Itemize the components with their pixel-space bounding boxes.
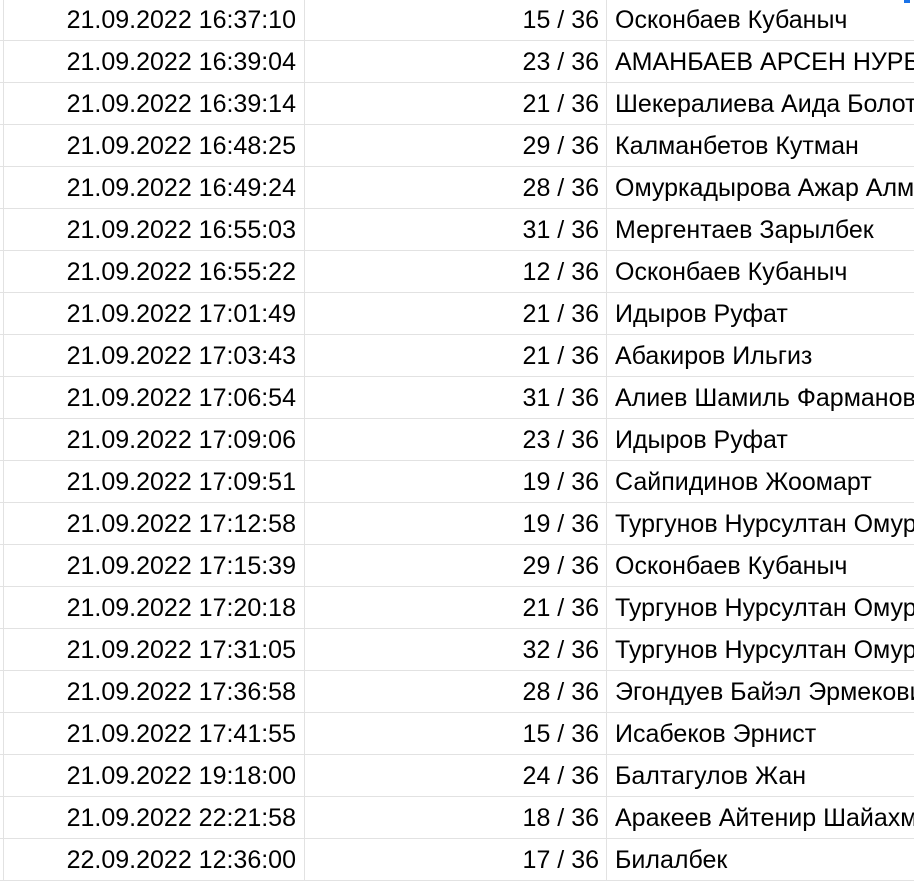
cell-timestamp[interactable]: 21.09.2022 16:39:14 [4,83,305,125]
table-row: 21.09.2022 16:39:14 21 / 36 Шекералиева Аи… [0,83,914,125]
cell-timestamp[interactable]: 21.09.2022 17:01:49 [4,293,305,335]
cell-score[interactable]: 29 / 36 [305,125,607,167]
cell-name[interactable]: Билалбек [607,839,914,881]
table-row: 21.09.2022 17:36:58 28 / 36 Эгондуев Байэл… [0,671,914,713]
cell-name[interactable]: Алиев Шамиль Фарманович [607,377,914,419]
cell-name[interactable]: Осконбаев Кубаныч [607,0,914,41]
cell-timestamp[interactable]: 21.09.2022 16:48:25 [4,125,305,167]
table-row: 21.09.2022 16:49:24 28 / 36 Омуркадырова А… [0,167,914,209]
cell-score[interactable]: 32 / 36 [305,629,607,671]
cell-name[interactable]: Калманбетов Кутман [607,125,914,167]
cell-name[interactable]: Абакиров Ильгиз [607,335,914,377]
cell-name[interactable]: Шекералиева Аида Болотбековна [607,83,914,125]
cell-timestamp[interactable]: 21.09.2022 16:39:04 [4,41,305,83]
cell-timestamp[interactable]: 21.09.2022 17:12:58 [4,503,305,545]
cell-name[interactable]: Мергентаев Зарылбек [607,209,914,251]
cell-name[interactable]: Исабеков Эрнист [607,713,914,755]
cell-name[interactable]: Сайпидинов Жоомарт [607,461,914,503]
table-row: 21.09.2022 16:37:10 15 / 36 Осконбаев Куба… [0,0,914,41]
cell-name[interactable]: Осконбаев Кубаныч [607,251,914,293]
cell-score[interactable]: 18 / 36 [305,797,607,839]
cell-name[interactable]: Осконбаев Кубаныч [607,545,914,587]
table-row: 21.09.2022 17:06:54 31 / 36 Алиев Шамиль Ф… [0,377,914,419]
cell-score[interactable]: 28 / 36 [305,671,607,713]
cell-timestamp[interactable]: 21.09.2022 22:21:58 [4,797,305,839]
cell-score[interactable]: 15 / 36 [305,713,607,755]
cell-name[interactable]: Тургунов Нурсултан Омурбекович [607,587,914,629]
table-row: 21.09.2022 17:15:39 29 / 36 Осконбаев Куба… [0,545,914,587]
table-row: 21.09.2022 19:18:00 24 / 36 Балтагулов Жан [0,755,914,797]
table-row: 21.09.2022 17:41:55 15 / 36 Исабеков Эрнис… [0,713,914,755]
cell-name[interactable]: Идыров Руфат [607,293,914,335]
cell-timestamp[interactable]: 21.09.2022 17:41:55 [4,713,305,755]
cell-score[interactable]: 19 / 36 [305,461,607,503]
cell-name[interactable]: Тургунов Нурсултан Омурбекович [607,629,914,671]
table-row: 21.09.2022 16:48:25 29 / 36 Калманбетов Ку… [0,125,914,167]
cell-timestamp[interactable]: 21.09.2022 17:15:39 [4,545,305,587]
selection-fill-handle[interactable] [903,0,911,4]
cell-score[interactable]: 31 / 36 [305,209,607,251]
cell-score[interactable]: 29 / 36 [305,545,607,587]
cell-timestamp[interactable]: 21.09.2022 17:36:58 [4,671,305,713]
cell-name[interactable]: Балтагулов Жан [607,755,914,797]
cell-score[interactable]: 31 / 36 [305,377,607,419]
table-row: 21.09.2022 17:20:18 21 / 36 Тургунов Нурсу… [0,587,914,629]
cell-name[interactable]: АМАНБАЕВ АРСЕН НУРБЕКОВИЧ [607,41,914,83]
table-row: 21.09.2022 17:01:49 21 / 36 Идыров Руфат [0,293,914,335]
table-row: 22.09.2022 12:36:00 17 / 36 Билалбек [0,839,914,881]
cell-timestamp[interactable]: 21.09.2022 19:18:00 [4,755,305,797]
cell-timestamp[interactable]: 21.09.2022 16:55:03 [4,209,305,251]
table-row: 21.09.2022 17:09:06 23 / 36 Идыров Руфат [0,419,914,461]
cell-score[interactable]: 21 / 36 [305,83,607,125]
table-row: 21.09.2022 22:21:58 18 / 36 Аракеев Айтени… [0,797,914,839]
cell-score[interactable]: 19 / 36 [305,503,607,545]
cell-score[interactable]: 21 / 36 [305,335,607,377]
cell-score[interactable]: 12 / 36 [305,251,607,293]
table-row: 21.09.2022 16:55:22 12 / 36 Осконбаев Куба… [0,251,914,293]
cell-timestamp[interactable]: 21.09.2022 17:31:05 [4,629,305,671]
table-row: 21.09.2022 17:09:51 19 / 36 Сайпидинов Жоо… [0,461,914,503]
cell-timestamp[interactable]: 21.09.2022 16:49:24 [4,167,305,209]
cell-timestamp[interactable]: 21.09.2022 17:06:54 [4,377,305,419]
cell-score[interactable]: 28 / 36 [305,167,607,209]
table-row: 21.09.2022 17:12:58 19 / 36 Тургунов Нурсу… [0,503,914,545]
cell-timestamp[interactable]: 21.09.2022 16:55:22 [4,251,305,293]
cell-name[interactable]: Идыров Руфат [607,419,914,461]
cell-name[interactable]: Тургунов Нурсултан Омурбекович [607,503,914,545]
cell-name[interactable]: Аракеев Айтенир Шайахметович [607,797,914,839]
table-row: 21.09.2022 16:39:04 23 / 36 АМАНБАЕВ АРСЕН… [0,41,914,83]
cell-timestamp[interactable]: 21.09.2022 17:20:18 [4,587,305,629]
cell-score[interactable]: 23 / 36 [305,419,607,461]
spreadsheet-grid[interactable]: 21.09.2022 16:37:10 15 / 36 Осконбаев Куба… [0,0,914,881]
cell-name[interactable]: Омуркадырова Ажар Алмазбековна [607,167,914,209]
cell-timestamp[interactable]: 22.09.2022 12:36:00 [4,839,305,881]
table-row: 21.09.2022 16:55:03 31 / 36 Мергентаев Зар… [0,209,914,251]
table-row: 21.09.2022 17:03:43 21 / 36 Абакиров Ильги… [0,335,914,377]
cell-name[interactable]: Эгондуев Байэл Эрмекович [607,671,914,713]
cell-timestamp[interactable]: 21.09.2022 16:37:10 [4,0,305,41]
cell-score[interactable]: 23 / 36 [305,41,607,83]
cell-score[interactable]: 21 / 36 [305,587,607,629]
cell-timestamp[interactable]: 21.09.2022 17:03:43 [4,335,305,377]
cell-timestamp[interactable]: 21.09.2022 17:09:51 [4,461,305,503]
cell-score[interactable]: 15 / 36 [305,0,607,41]
cell-timestamp[interactable]: 21.09.2022 17:09:06 [4,419,305,461]
cell-score[interactable]: 24 / 36 [305,755,607,797]
cell-score[interactable]: 21 / 36 [305,293,607,335]
table-row: 21.09.2022 17:31:05 32 / 36 Тургунов Нурсу… [0,629,914,671]
cell-score[interactable]: 17 / 36 [305,839,607,881]
